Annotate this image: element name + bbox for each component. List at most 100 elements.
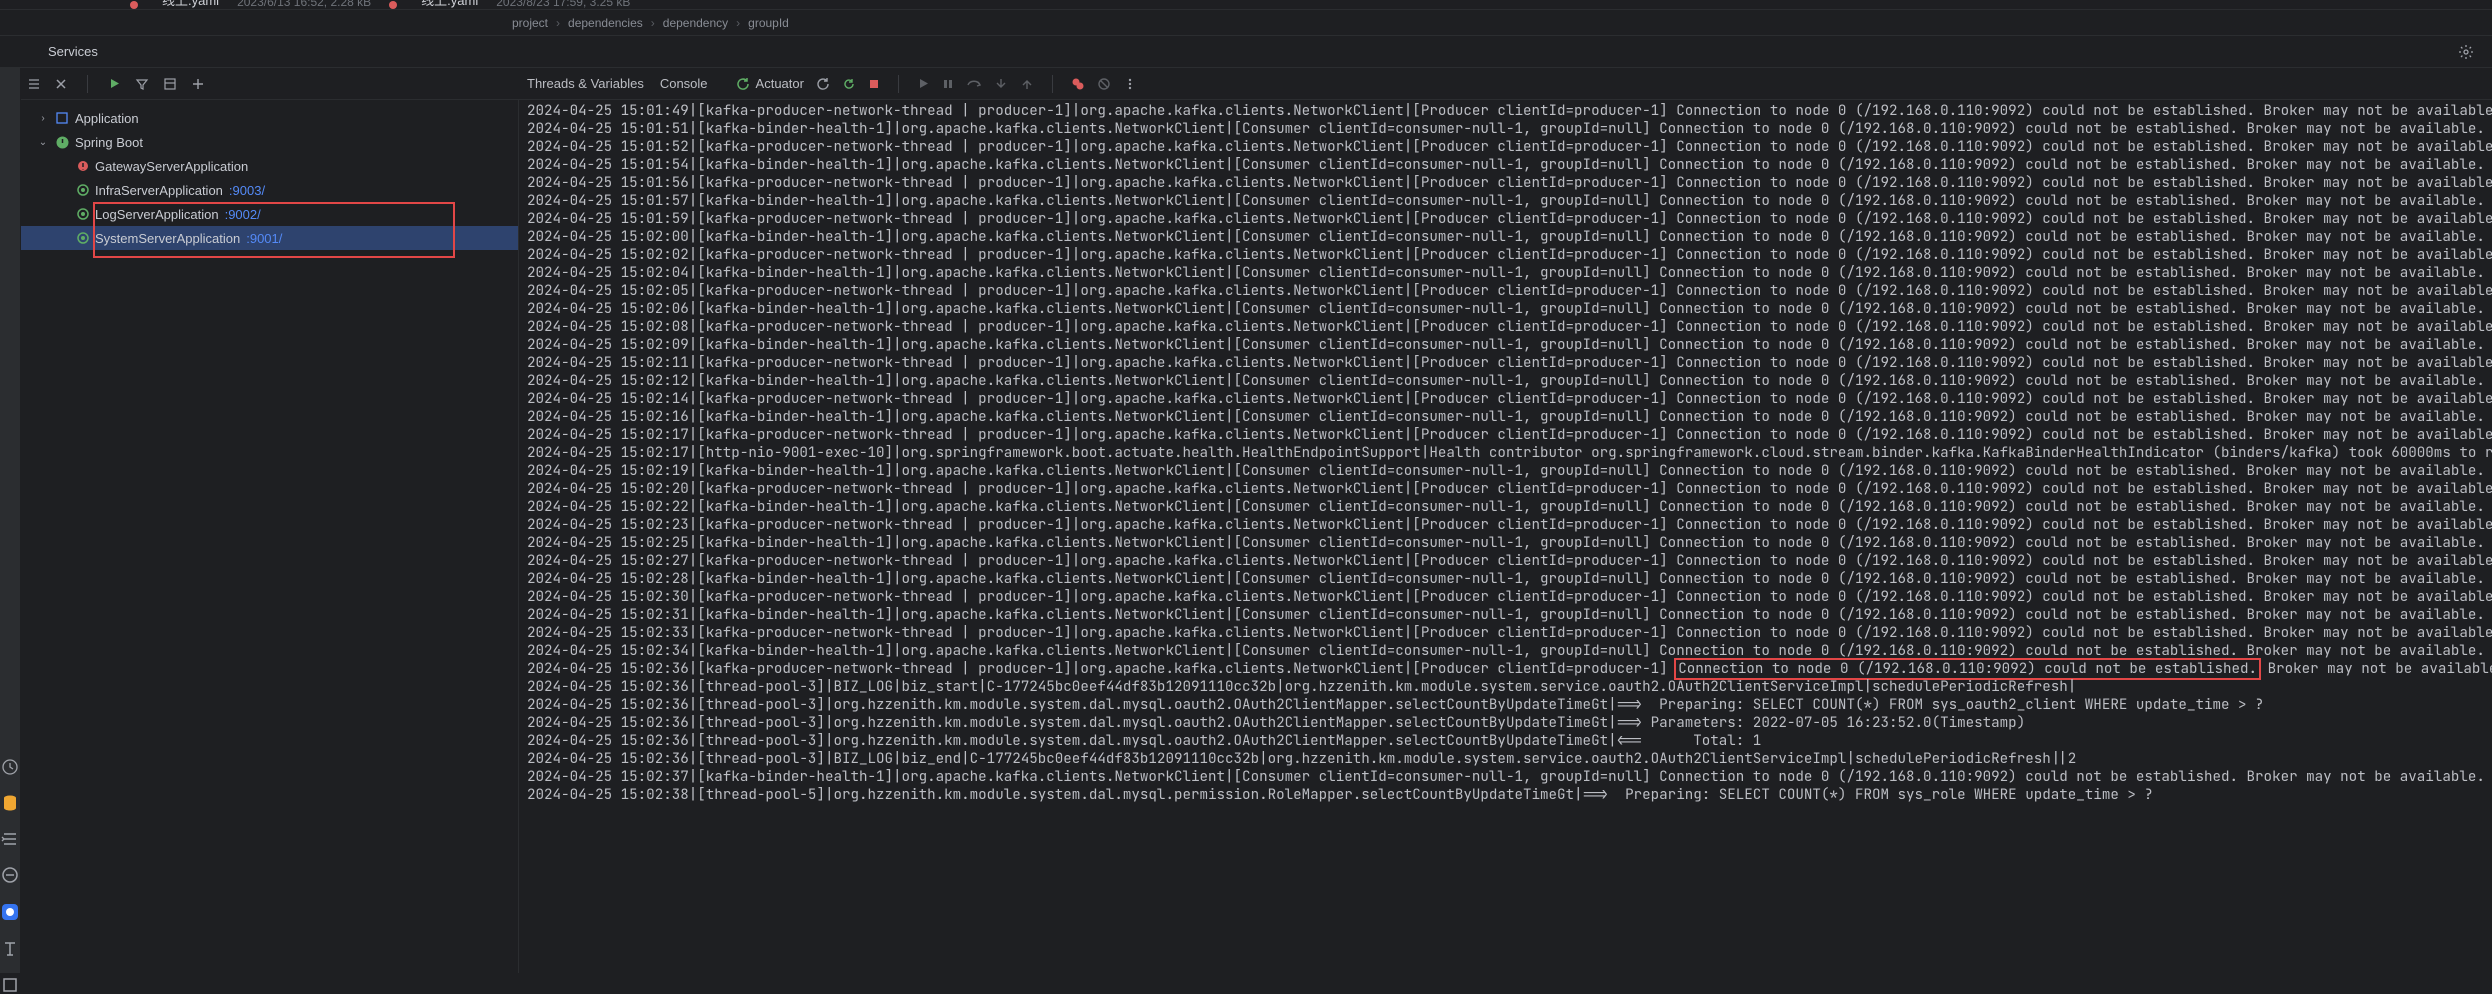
services-title: Services — [48, 44, 98, 59]
console-line: 2024-04-25 15:01:56|[kafka-producer-netw… — [527, 174, 2492, 192]
console-line: 2024-04-25 15:02:30|[kafka-producer-netw… — [527, 588, 2492, 606]
database-icon[interactable] — [1, 794, 19, 812]
console-line: 2024-04-25 15:02:36|[thread-pool-3]|BIZ_… — [527, 678, 2492, 696]
console-line: 2024-04-25 15:02:02|[kafka-producer-netw… — [527, 246, 2492, 264]
square-icon[interactable] — [1, 976, 19, 994]
stop-icon[interactable] — [868, 78, 880, 90]
tree-port[interactable]: :9003/ — [229, 183, 265, 198]
refresh-icon — [736, 77, 750, 91]
console-line: 2024-04-25 15:02:16|[kafka-binder-health… — [527, 408, 2492, 426]
console-line: 2024-04-25 15:02:08|[kafka-producer-netw… — [527, 318, 2492, 336]
file-tab-2-meta: 2023/8/23 17:59, 3.25 kB — [496, 0, 630, 9]
status-running-icon — [77, 208, 89, 220]
divider — [1052, 75, 1053, 93]
breadcrumb-project[interactable]: project — [512, 16, 548, 30]
hide-icon[interactable] — [27, 77, 41, 91]
indent-icon[interactable] — [1, 830, 19, 848]
tree-node-system[interactable]: SystemServerApplication :9001/ — [21, 226, 518, 250]
editor-tabs: 线上.yaml 2023/6/13 16:52, 2.28 kB 线上.yaml… — [0, 0, 2492, 10]
breadcrumb-dependencies[interactable]: dependencies — [568, 16, 643, 30]
console-line: 2024-04-25 15:02:37|[kafka-binder-health… — [527, 768, 2492, 786]
tree-node-application[interactable]: › Application — [21, 106, 518, 130]
more-icon[interactable] — [1123, 77, 1137, 91]
chevron-right-icon: › — [37, 113, 49, 124]
close-icon[interactable] — [55, 78, 67, 90]
pause-icon[interactable] — [942, 78, 954, 90]
rerun-icon[interactable] — [816, 77, 830, 91]
tree-label: InfraServerApplication — [95, 183, 223, 198]
console-line: 2024-04-25 15:02:36|[thread-pool-3]|BIZ_… — [527, 750, 2492, 768]
tree-node-springboot[interactable]: ⌄ Spring Boot — [21, 130, 518, 154]
file-tab-2-name[interactable]: 线上.yaml — [421, 0, 478, 9]
breadcrumb-groupid[interactable]: groupId — [748, 16, 789, 30]
tree-label: LogServerApplication — [95, 207, 219, 222]
step-over-icon[interactable] — [966, 77, 982, 91]
console-line: 2024-04-25 15:02:17|[kafka-producer-netw… — [527, 426, 2492, 444]
tree-port[interactable]: :9001/ — [246, 231, 282, 246]
tree-node-log[interactable]: LogServerApplication :9002/ — [21, 202, 518, 226]
console-line: 2024-04-25 15:02:20|[kafka-producer-netw… — [527, 480, 2492, 498]
console-line: 2024-04-25 15:02:09|[kafka-binder-health… — [527, 336, 2492, 354]
tree-node-gateway[interactable]: GatewayServerApplication — [21, 154, 518, 178]
console-line: 2024-04-25 15:02:14|[kafka-producer-netw… — [527, 390, 2492, 408]
console-line: 2024-04-25 15:02:36|[kafka-producer-netw… — [527, 660, 2492, 678]
resume-program-icon[interactable] — [917, 77, 930, 90]
console-line: 2024-04-25 15:02:17|[http-nio-9001-exec-… — [527, 444, 2492, 462]
text-icon[interactable] — [1, 940, 19, 958]
app-icon — [55, 111, 69, 125]
file-tab-1-name[interactable]: 线上.yaml — [162, 0, 219, 9]
clock-icon[interactable] — [1, 758, 19, 776]
divider — [898, 75, 899, 93]
tree-label: SystemServerApplication — [95, 231, 240, 246]
expand-icon[interactable] — [191, 77, 205, 91]
console-line: 2024-04-25 15:02:12|[kafka-binder-health… — [527, 372, 2492, 390]
console-line: 2024-04-25 15:01:57|[kafka-binder-health… — [527, 192, 2492, 210]
console-line: 2024-04-25 15:02:31|[kafka-binder-health… — [527, 606, 2492, 624]
mute-breakpoints-icon[interactable] — [1097, 77, 1111, 91]
services-toolstrip: Threads & Variables Console Actuator — [21, 68, 2492, 100]
services-tree: › Application ⌄ Spring Boot — [21, 100, 519, 973]
step-out-icon[interactable] — [1020, 77, 1034, 91]
status-running-icon — [77, 232, 89, 244]
run-icon[interactable] — [108, 77, 121, 90]
console-line: 2024-04-25 15:02:33|[kafka-producer-netw… — [527, 624, 2492, 642]
step-into-icon[interactable] — [994, 77, 1008, 91]
tool-window-stripe — [0, 68, 21, 973]
chevron-right-icon: › — [643, 16, 663, 30]
divider — [87, 75, 88, 93]
tab-console[interactable]: Console — [658, 72, 710, 95]
console-line: 2024-04-25 15:02:25|[kafka-binder-health… — [527, 534, 2492, 552]
chevron-down-icon: ⌄ — [37, 137, 49, 148]
annotation-highlight-text: Connection to node 0 (/192.168.0.110:909… — [1674, 658, 2261, 680]
console-line: 2024-04-25 15:02:05|[kafka-producer-netw… — [527, 282, 2492, 300]
console-line: 2024-04-25 15:02:36|[thread-pool-3]|org.… — [527, 714, 2492, 732]
console-line: 2024-04-25 15:02:22|[kafka-binder-health… — [527, 498, 2492, 516]
console-output[interactable]: 2024-04-25 15:01:49|[kafka-producer-netw… — [519, 100, 2492, 973]
console-line: 2024-04-25 15:02:11|[kafka-producer-netw… — [527, 354, 2492, 372]
console-line: 2024-04-25 15:02:00|[kafka-binder-health… — [527, 228, 2492, 246]
console-line: 2024-04-25 15:01:54|[kafka-binder-health… — [527, 156, 2492, 174]
breadcrumb: project › dependencies › dependency › gr… — [0, 10, 2492, 36]
console-line: 2024-04-25 15:02:27|[kafka-producer-netw… — [527, 552, 2492, 570]
resume-icon[interactable] — [842, 77, 856, 91]
gear-icon[interactable] — [2458, 44, 2474, 60]
actuator-label: Actuator — [756, 76, 804, 91]
layout-icon[interactable] — [163, 77, 177, 91]
circle-dash-icon[interactable] — [1, 866, 19, 884]
tree-label: Spring Boot — [75, 135, 143, 150]
tab-threads-variables[interactable]: Threads & Variables — [525, 72, 646, 95]
file-icon — [130, 1, 138, 9]
tree-label: GatewayServerApplication — [95, 159, 248, 174]
file-icon — [389, 1, 397, 9]
console-line: 2024-04-25 15:02:36|[thread-pool-3]|org.… — [527, 732, 2492, 750]
tree-node-infra[interactable]: InfraServerApplication :9003/ — [21, 178, 518, 202]
breadcrumb-dependency[interactable]: dependency — [663, 16, 728, 30]
tab-actuator[interactable]: Actuator — [736, 76, 804, 91]
console-line: 2024-04-25 15:02:28|[kafka-binder-health… — [527, 570, 2492, 588]
filter-icon[interactable] — [135, 77, 149, 91]
breakpoints-icon[interactable] — [1071, 77, 1085, 91]
console-line: 2024-04-25 15:01:59|[kafka-producer-netw… — [527, 210, 2492, 228]
tree-port[interactable]: :9002/ — [225, 207, 261, 222]
tree-label: Application — [75, 111, 139, 126]
tongyi-icon[interactable] — [0, 902, 20, 922]
